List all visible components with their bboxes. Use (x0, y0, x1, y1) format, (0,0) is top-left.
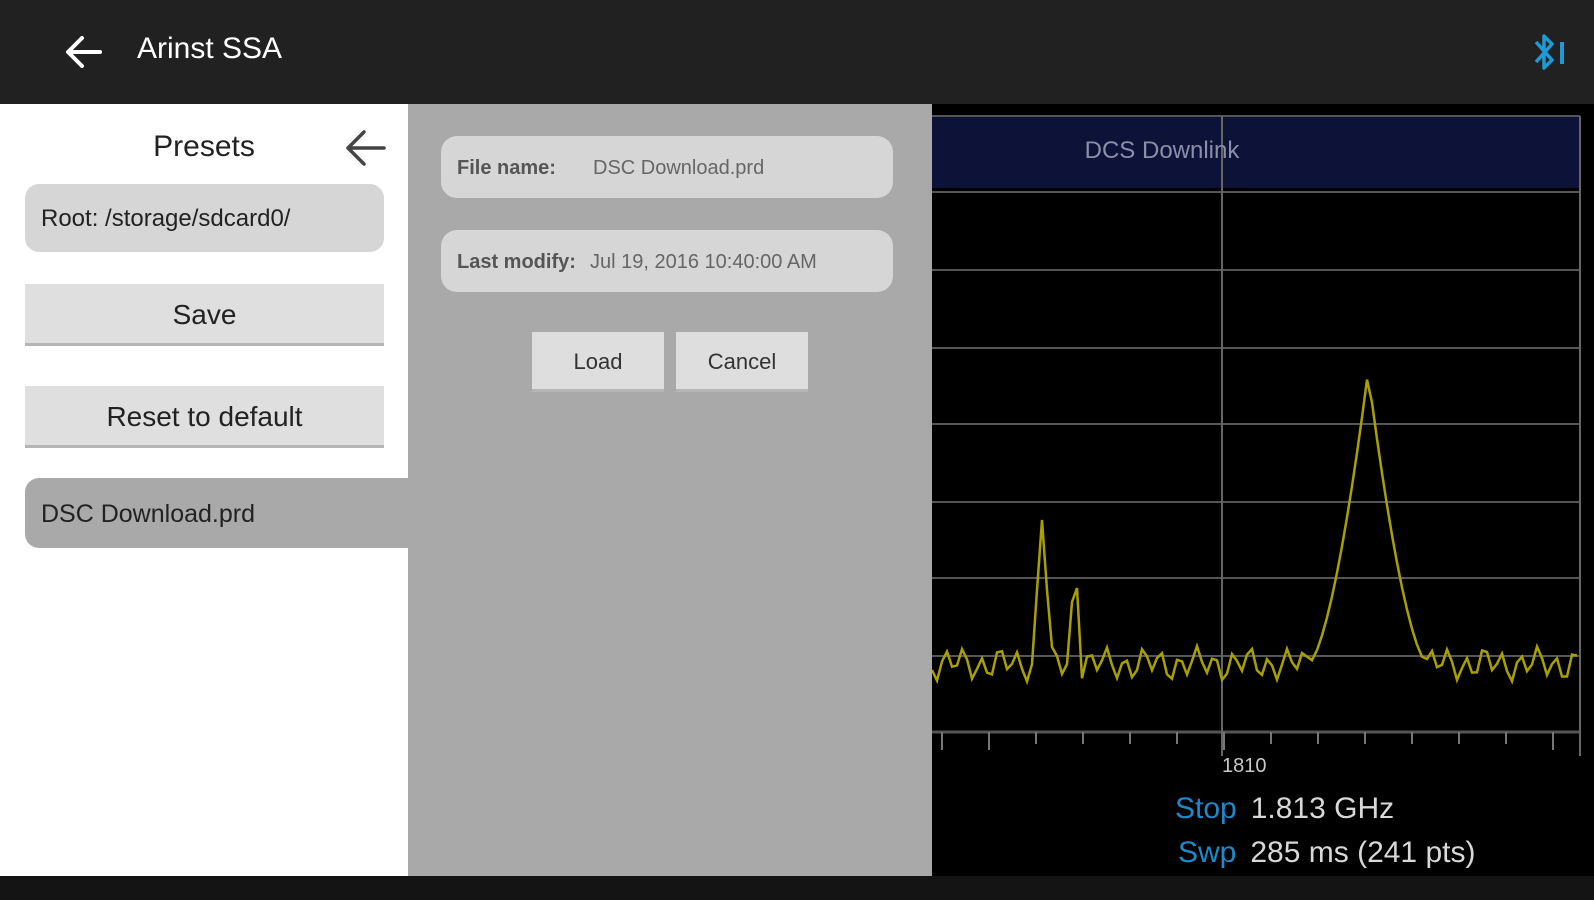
last-modify-value: Jul 19, 2016 10:40:00 AM (590, 251, 817, 273)
stop-value: 1.813 GHz (1250, 792, 1395, 825)
last-modify-field: Last modify: Jul 19, 2016 10:40:00 AM (441, 230, 893, 292)
swp-readout: Swp 285 ms (241 pts) (1178, 836, 1475, 870)
app-title: Arinst SSA (137, 32, 283, 65)
center-tick-label: 1810 (1222, 755, 1267, 777)
file-name-field: File name: DSC Download.prd (441, 136, 893, 198)
stop-readout: Stop 1.813 GHz (1175, 792, 1394, 826)
load-button[interactable]: Load (532, 332, 664, 392)
file-name-label: File name: (457, 157, 556, 179)
band-rect (932, 116, 1580, 188)
bluetooth-icon[interactable] (1530, 30, 1570, 74)
file-name-value: DSC Download.prd (593, 157, 765, 179)
arrow-left-icon[interactable] (62, 30, 106, 74)
x-axis-ticks (941, 732, 1554, 750)
preset-file-dialog: File name: DSC Download.prd Last modify:… (408, 104, 932, 876)
presets-panel: Presets Root: /storage/sdcard0/ Save Res… (0, 104, 408, 876)
band-label: DCS Downlink (1085, 137, 1241, 164)
swp-key: Swp (1178, 836, 1237, 869)
bottom-bar (0, 876, 1594, 900)
preset-file-item[interactable]: DSC Download.prd (25, 478, 408, 548)
last-modify-label: Last modify: (457, 251, 576, 273)
reset-to-default-button[interactable]: Reset to default (25, 386, 384, 448)
grid-lines (932, 115, 1581, 756)
app-bar: Arinst SSA (0, 0, 1594, 104)
spectrum-svg: DCS Downlink 1810 (932, 115, 1581, 777)
preset-file-name: DSC Download.prd (41, 500, 255, 528)
root-path-box[interactable]: Root: /storage/sdcard0/ (25, 184, 384, 252)
close-panel-arrow-icon[interactable] (344, 126, 388, 170)
swp-value: 285 ms (241 pts) (1250, 836, 1476, 869)
spectrum-chart[interactable]: DCS Downlink 1810 Stop 1.813 GHz Swp 285 m… (932, 104, 1594, 876)
cancel-button[interactable]: Cancel (676, 332, 808, 392)
root-path-label: Root: /storage/sdcard0/ (41, 205, 291, 232)
save-button[interactable]: Save (25, 284, 384, 346)
stop-key: Stop (1175, 792, 1237, 825)
